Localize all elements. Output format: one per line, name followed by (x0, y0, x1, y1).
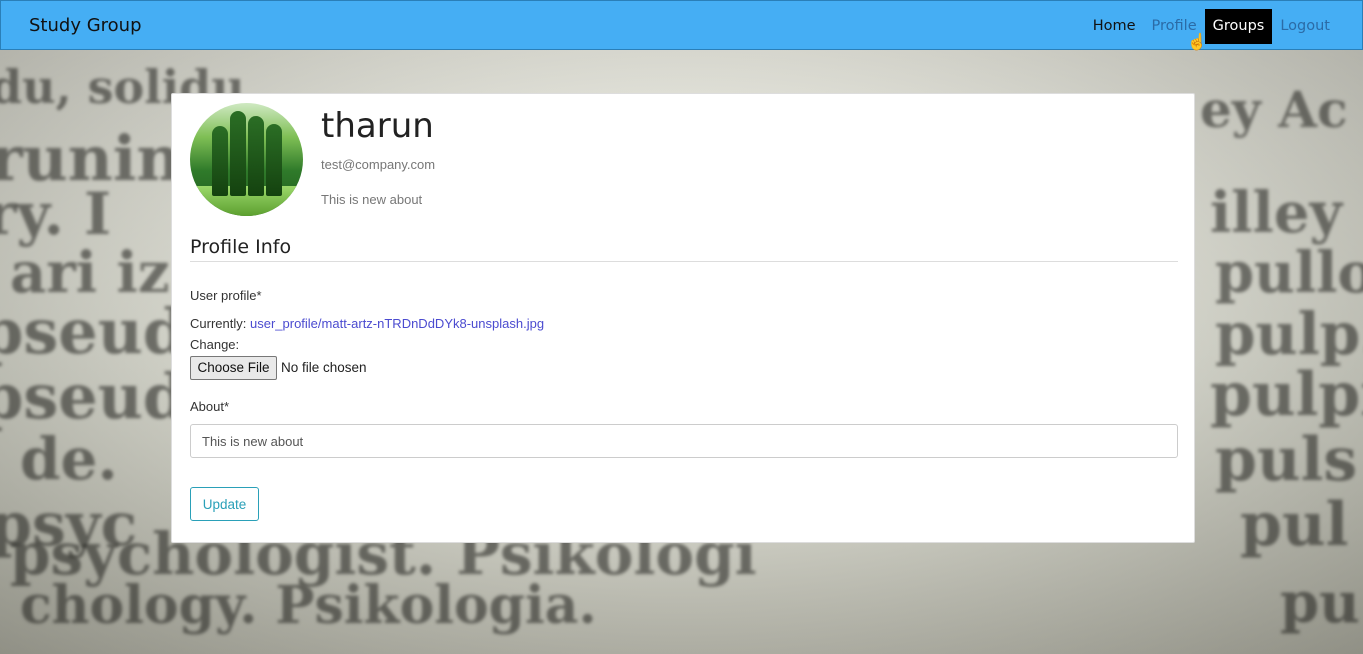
avatar-tree (248, 116, 264, 196)
bg-text: ey Ac (1200, 80, 1348, 139)
bg-text: pulp. (1215, 300, 1363, 368)
brand-link[interactable]: Study Group (29, 15, 142, 36)
hand-cursor-icon: ☝ (1187, 34, 1207, 51)
bg-text: pseud (0, 295, 187, 368)
nav-logout-link[interactable]: Logout (1272, 9, 1338, 44)
bg-text: pu (1280, 570, 1360, 636)
navbar: Study Group Home Profile Groups Logout ☝ (0, 0, 1363, 51)
bg-text: chology. Psikologia. (20, 575, 597, 636)
section-title: Profile Info (190, 236, 292, 258)
nav-groups-link[interactable]: Groups (1204, 9, 1273, 44)
bg-text: de. (20, 425, 118, 493)
choose-file-button[interactable]: Choose File (190, 356, 277, 380)
profile-card: tharun test@company.com This is new abou… (171, 93, 1195, 543)
nav-links: Home Profile Groups Logout (1085, 9, 1338, 44)
avatar-grass (190, 186, 303, 216)
bg-text: puls (1215, 425, 1358, 495)
bg-text: pullov (1215, 240, 1363, 306)
about-label: About* (190, 399, 230, 414)
no-file-text: No file chosen (281, 360, 367, 375)
avatar (190, 103, 303, 216)
currently-label: Currently: (190, 316, 247, 331)
user-profile-label: User profile* (190, 288, 262, 303)
currently-row: Currently: user_profile/matt-artz-nTRDnD… (190, 316, 544, 331)
bg-text: illey (1210, 180, 1342, 246)
avatar-tree (266, 124, 282, 196)
about-input[interactable] (190, 424, 1178, 458)
bg-text: pulpi (1210, 360, 1363, 430)
profile-email: test@company.com (321, 157, 436, 172)
bg-text: ry. I (0, 180, 112, 248)
avatar-tree (212, 126, 228, 196)
avatar-tree (230, 111, 246, 196)
change-label: Change: (190, 337, 240, 352)
current-file-link[interactable]: user_profile/matt-artz-nTRDnDdDYk8-unspl… (250, 316, 544, 331)
bg-text: pseud (0, 360, 187, 433)
profile-about: This is new about (321, 192, 423, 207)
divider (190, 261, 1178, 262)
nav-home-link[interactable]: Home (1085, 9, 1144, 44)
bg-text: pul (1240, 490, 1349, 560)
profile-username: tharun (321, 106, 434, 146)
update-button[interactable]: Update (190, 487, 259, 521)
